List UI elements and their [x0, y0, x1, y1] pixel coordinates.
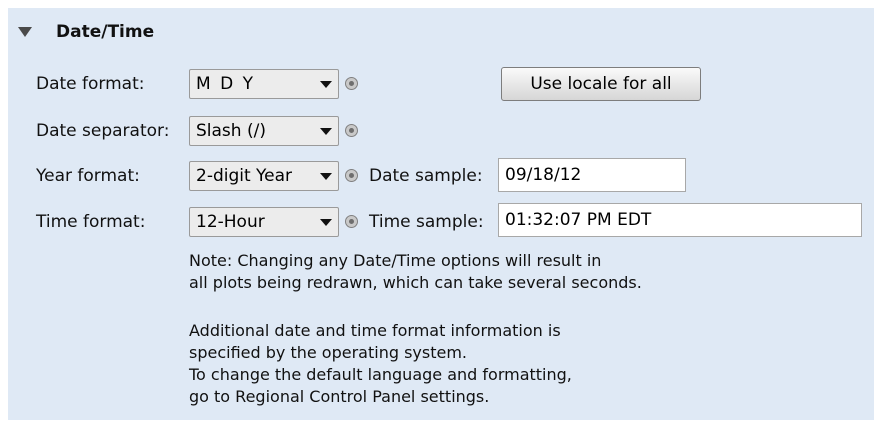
date-separator-select[interactable]: Slash (/)	[189, 116, 339, 146]
dropdown-arrow-icon[interactable]	[320, 218, 332, 226]
note-line-6: go to Regional Control Panel settings.	[189, 387, 490, 406]
time-format-label: Time format:	[36, 212, 146, 232]
use-locale-button[interactable]: Use locale for all	[501, 67, 701, 101]
dropdown-arrow-icon[interactable]	[320, 80, 332, 88]
date-format-label: Date format:	[36, 74, 145, 94]
date-format-select[interactable]: M D Y	[189, 69, 339, 99]
section-title: Date/Time	[56, 22, 155, 42]
help-icon[interactable]	[345, 215, 358, 228]
date-sample-label: Date sample:	[369, 166, 483, 186]
note-line-4: specified by the operating system.	[189, 343, 467, 362]
time-sample-field[interactable]: 01:32:07 PM EDT	[498, 203, 862, 237]
year-format-value: 2-digit Year	[196, 166, 293, 186]
date-format-value: M D Y	[196, 74, 255, 94]
date-time-panel: Date/Time Date format: M D Y Use locale …	[8, 8, 874, 420]
collapse-triangle-icon[interactable]	[18, 27, 32, 37]
year-format-label: Year format:	[36, 166, 140, 186]
year-format-select[interactable]: 2-digit Year	[189, 161, 339, 191]
dropdown-arrow-icon[interactable]	[320, 127, 332, 135]
note-line-1: Note: Changing any Date/Time options wil…	[189, 251, 602, 270]
dropdown-arrow-icon[interactable]	[320, 172, 332, 180]
time-format-select[interactable]: 12-Hour	[189, 207, 339, 237]
note-line-3: Additional date and time format informat…	[189, 321, 561, 340]
date-sample-field[interactable]: 09/18/12	[498, 158, 686, 192]
note-line-5: To change the default language and forma…	[189, 365, 572, 384]
note-line-2: all plots being redrawn, which can take …	[189, 273, 642, 292]
date-separator-label: Date separator:	[36, 121, 170, 141]
help-icon[interactable]	[345, 124, 358, 137]
help-icon[interactable]	[345, 77, 358, 90]
help-icon[interactable]	[345, 169, 358, 182]
time-sample-label: Time sample:	[369, 212, 484, 232]
section-header[interactable]: Date/Time	[18, 20, 154, 44]
date-separator-value: Slash (/)	[196, 121, 266, 141]
time-format-value: 12-Hour	[196, 212, 265, 232]
